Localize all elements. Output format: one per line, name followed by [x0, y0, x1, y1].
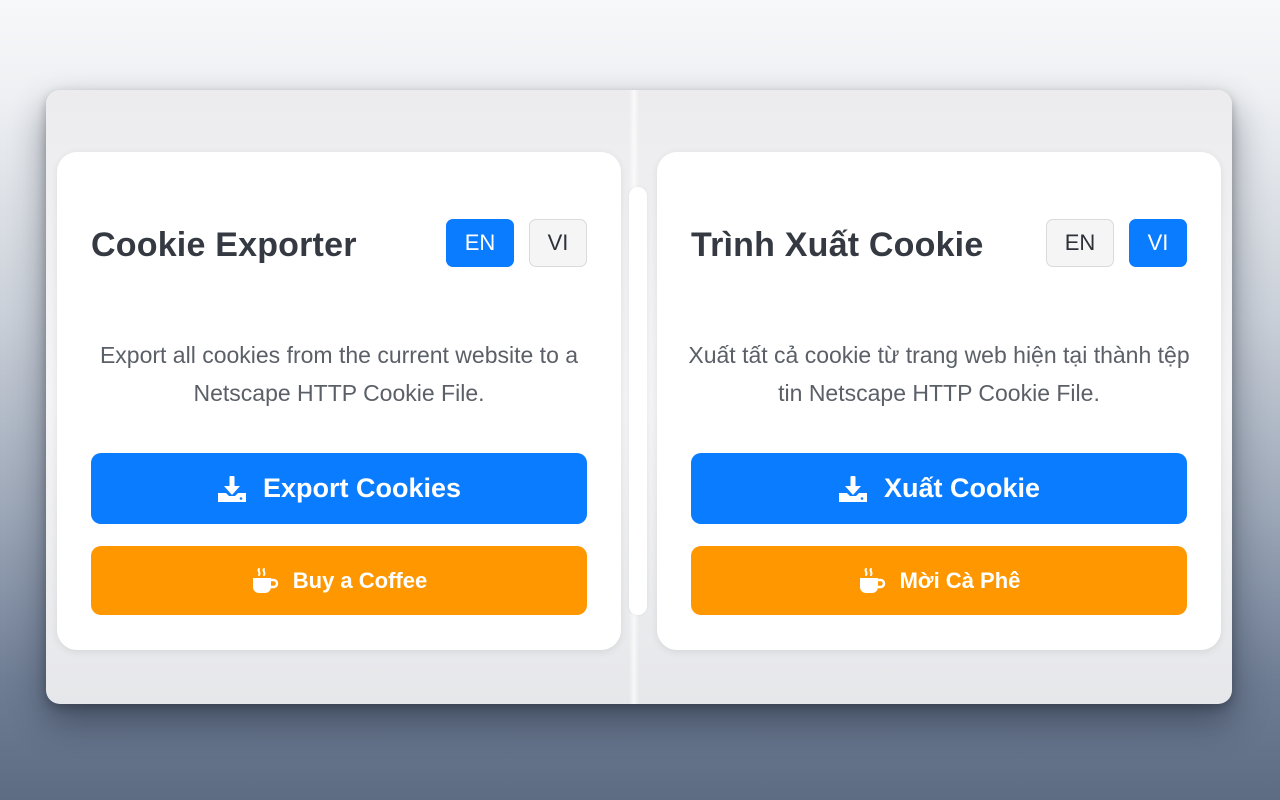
popup-description: Export all cookies from the current webs… [99, 342, 579, 406]
download-icon [838, 475, 868, 503]
lang-vi-button[interactable]: VI [1129, 219, 1187, 267]
buy-coffee-label: Buy a Coffee [292, 567, 428, 593]
buy-coffee-label: Mời Cà Phê [899, 567, 1021, 593]
center-scrollbar[interactable] [629, 187, 647, 615]
export-cookies-label: Xuất Cookie [883, 473, 1041, 503]
popup-title: Cookie Exporter [91, 226, 357, 264]
lang-en-button[interactable]: EN [1046, 219, 1114, 267]
export-cookies-button[interactable]: Xuất Cookie [691, 453, 1187, 524]
export-cookies-button[interactable]: Export Cookies [91, 453, 587, 524]
buy-coffee-button[interactable]: Mời Cà Phê [691, 546, 1187, 615]
coffee-cup-icon [858, 567, 886, 595]
lang-en-button[interactable]: EN [446, 219, 514, 267]
buy-coffee-button[interactable]: Buy a Coffee [91, 546, 587, 615]
export-cookies-label: Export Cookies [262, 473, 462, 503]
popup-card-vi: Trình Xuất Cookie EN VI Xuất tất cả cook… [657, 152, 1221, 650]
popup-description: Xuất tất cả cookie từ trang web hiện tại… [688, 342, 1190, 406]
download-icon [217, 475, 247, 503]
coffee-cup-icon [251, 567, 279, 595]
popup-card-en: Cookie Exporter EN VI Export all cookies… [57, 152, 621, 650]
lang-vi-button[interactable]: VI [529, 219, 587, 267]
popup-title: Trình Xuất Cookie [691, 226, 984, 264]
